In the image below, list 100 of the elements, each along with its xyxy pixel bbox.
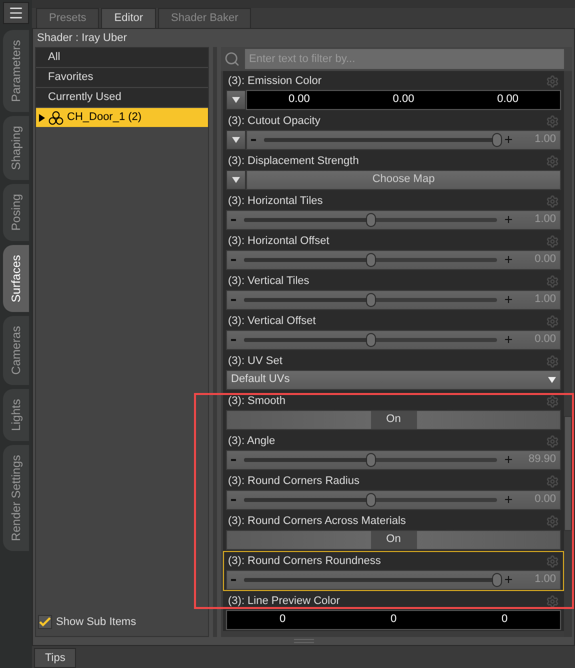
property-label: (3): Line Preview Color [228,594,340,609]
menu-icon-button[interactable] [3,2,29,24]
settings-icon[interactable] [546,354,559,368]
property-row[interactable]: (3): Round Corners Radius 0.00 [223,471,564,511]
property-label: (3): Vertical Tiles [228,274,310,289]
slider-thumb[interactable] [492,132,502,146]
settings-icon[interactable] [546,114,559,128]
caret-icon [232,176,240,182]
color-value: 0 [389,612,398,628]
toggle-switch[interactable]: On [370,530,416,548]
slider-thumb[interactable] [366,492,376,506]
property-label: (3): Angle [228,434,276,449]
minus-icon [231,458,236,460]
menu-button[interactable] [226,90,246,110]
toggle-switch[interactable]: On [370,410,416,428]
expand-arrow-icon[interactable] [39,114,45,122]
plus-icon [505,296,512,303]
property-row[interactable]: (3): Round Corners Roundness 1.00 [223,551,564,591]
slider-thumb[interactable] [366,292,376,306]
property-label: (3): Round Corners Across Materials [228,514,406,529]
minus-icon [231,258,236,260]
color-field[interactable]: 0 0 0 [226,610,561,630]
side-tab[interactable]: Surfaces [3,244,29,312]
slider-thumb[interactable] [366,212,376,226]
slider-thumb[interactable] [366,252,376,266]
value-text: 0.00 [534,492,556,508]
plus-icon [505,576,512,583]
property-row[interactable]: (3): Vertical Tiles 1.00 [223,271,564,311]
property-label: (3): Vertical Offset [228,314,316,329]
side-tab[interactable]: Lights [3,388,29,441]
slider-thumb[interactable] [366,332,376,346]
property-row[interactable]: (3): UV Set Default UVs [223,351,564,391]
property-row[interactable]: (3): Horizontal Tiles 1.00 [223,191,564,231]
tab[interactable]: Editor [101,8,156,28]
value-text: 1.00 [534,572,556,588]
side-tab[interactable]: Render Settings [3,444,29,551]
value-text: 1.00 [534,292,556,308]
property-row[interactable]: (3): Vertical Offset 0.00 [223,311,564,351]
settings-icon[interactable] [546,194,559,208]
property-label: (3): Displacement Strength [228,154,359,169]
tab[interactable]: Tips [34,648,76,668]
property-label: (3): Smooth [228,394,286,409]
menu-button[interactable] [226,130,246,150]
settings-icon[interactable] [546,234,559,248]
settings-icon[interactable] [546,394,559,408]
caret-icon [232,136,240,142]
property-row[interactable]: (3): Horizontal Offset 0.00 [223,231,564,271]
minus-icon [231,578,236,580]
slider-thumb[interactable] [492,572,502,586]
property-label: (3): Horizontal Offset [228,234,330,249]
settings-icon[interactable] [546,74,559,88]
scrollbar-thumb[interactable] [564,416,572,531]
list-item[interactable]: Favorites [36,68,208,88]
uv-set-dropdown[interactable]: Default UVs [226,370,561,390]
color-value: 0.00 [496,92,520,108]
list-item[interactable]: Currently Used [36,88,208,108]
list-item[interactable]: All [36,48,208,68]
property-row[interactable]: (3): Displacement Strength Choose Map [223,151,564,191]
value-text: 0.00 [534,252,556,268]
property-label: (3): UV Set [228,354,282,369]
property-label: (3): Round Corners Roundness [228,554,381,569]
side-tab[interactable]: Posing [3,184,29,241]
search-icon[interactable] [224,51,240,67]
minus-icon [231,298,236,300]
checkmark-icon [39,616,51,627]
side-tab[interactable]: Cameras [3,316,29,385]
list-item[interactable]: CH_Door_1 (2) [36,108,208,128]
settings-icon[interactable] [546,274,559,288]
property-row[interactable]: (3): Angle 89.90 [223,431,564,471]
color-field[interactable]: 0.00 0.00 0.00 [246,90,561,110]
value-text: 0.00 [534,332,556,348]
side-tab[interactable]: Shaping [3,116,29,180]
color-value: 0 [278,612,287,628]
menu-button[interactable] [226,170,246,190]
value-text: 1.00 [534,132,556,148]
color-value: 0.00 [392,92,416,108]
shader-label: Shader : Iray Uber [36,30,128,46]
property-row[interactable]: (3): Line Preview Color 0 0 0 [223,591,564,631]
value-text: 89.90 [527,452,556,468]
figure-node-icon [48,110,64,124]
property-row[interactable]: (3): Round Corners Across Materials On [223,511,564,551]
property-row[interactable]: (3): Emission Color 0.00 0.00 0.00 [223,71,564,111]
checkbox[interactable] [38,614,52,629]
settings-icon[interactable] [546,554,559,568]
settings-icon[interactable] [546,434,559,448]
settings-icon[interactable] [546,154,559,168]
choose-map-button[interactable]: Choose Map [246,170,561,190]
minus-icon [231,218,236,220]
slider-thumb[interactable] [366,452,376,466]
property-row[interactable]: (3): Cutout Opacity 1.00 [223,111,564,151]
settings-icon[interactable] [546,314,559,328]
caret-icon [232,96,240,102]
property-row[interactable]: (3): Smooth On [223,391,564,431]
settings-icon[interactable] [546,514,559,528]
settings-icon[interactable] [546,474,559,488]
settings-icon[interactable] [546,594,559,608]
side-tab[interactable]: Parameters [3,30,29,112]
plus-icon [505,336,512,343]
property-label: (3): Cutout Opacity [228,114,320,129]
caret-icon [548,376,556,382]
